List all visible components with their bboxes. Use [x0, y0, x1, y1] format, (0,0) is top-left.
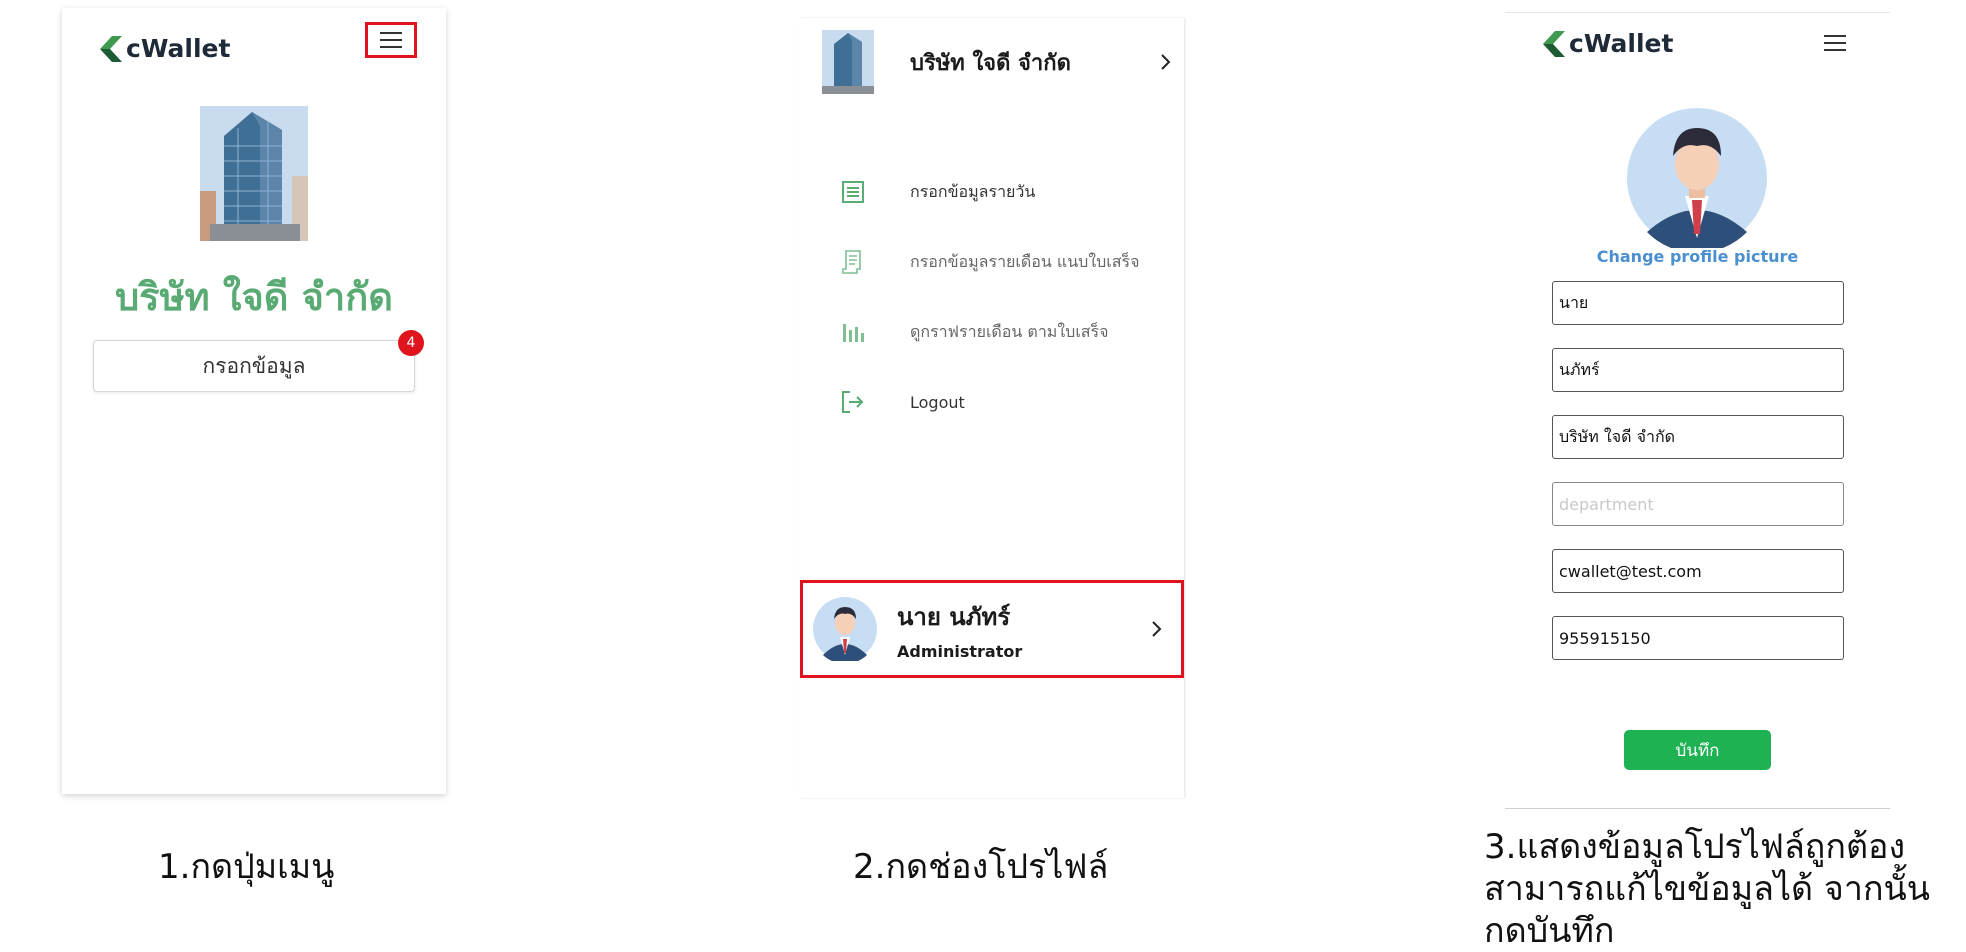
chevron-right-icon	[1152, 621, 1162, 637]
phone-field[interactable]	[1552, 616, 1844, 660]
menu-item-label: กรอกข้อมูลรายเดือน แนบใบเสร็จ	[910, 251, 1140, 271]
email-field[interactable]	[1552, 549, 1844, 593]
hamburger-icon	[380, 32, 402, 48]
title-field[interactable]	[1552, 281, 1844, 325]
caption-step-3: 3.แสดงข้อมูลโปรไฟล์ถูกต้อง สามารถแก้ไขข้…	[1484, 826, 1954, 952]
menu-item-monthly-receipt[interactable]: กรอกข้อมูลรายเดือน แนบใบเสร็จ	[840, 242, 1170, 282]
bar-chart-icon	[840, 319, 866, 345]
screen-profile-edit: cWallet Change profile picture บันทึก	[1505, 12, 1890, 809]
screen-home: cWallet บริษัท ใจดี จำกัด กรอกข้อมูล 4	[62, 8, 446, 794]
notification-badge: 4	[398, 330, 424, 356]
menu-item-label: Logout	[910, 392, 965, 412]
receipt-icon	[840, 249, 866, 275]
company-field[interactable]	[1552, 415, 1844, 459]
hamburger-menu-button[interactable]	[365, 22, 417, 58]
app-name: cWallet	[1569, 29, 1674, 58]
hamburger-icon	[1824, 35, 1846, 51]
fill-data-button[interactable]: กรอกข้อมูล	[93, 340, 415, 392]
caption-step-1: 1.กดปุ่มเมนู	[158, 847, 335, 887]
caption-step-3-line-1: 3.แสดงข้อมูลโปรไฟล์ถูกต้อง	[1484, 827, 1906, 867]
department-field[interactable]	[1552, 482, 1844, 526]
profile-name: นาย นภัทร์	[897, 603, 1011, 631]
menu-item-monthly-chart[interactable]: ดูกราฟรายเดือน ตามใบเสร็จ	[840, 312, 1170, 352]
app-logo: cWallet	[100, 34, 230, 63]
menu-item-daily-entry[interactable]: กรอกข้อมูลรายวัน	[840, 172, 1170, 212]
screen-side-menu: บริษัท ใจดี จำกัด กรอกข้อมูลรายวัน กรอกข…	[800, 18, 1184, 798]
cwallet-logo-icon	[100, 35, 122, 62]
caption-step-2: 2.กดช่องโปรไฟล์	[853, 847, 1109, 887]
company-header-link[interactable]: บริษัท ใจดี จำกัด	[822, 30, 1172, 94]
chevron-right-icon	[1161, 54, 1171, 70]
app-name: cWallet	[126, 34, 231, 63]
change-profile-picture-link[interactable]: Change profile picture	[1505, 247, 1890, 266]
app-logo: cWallet	[1543, 29, 1673, 58]
caption-step-3-line-2: สามารถแก้ไขข้อมูลได้ จากนั้น	[1484, 869, 1931, 909]
user-avatar	[813, 597, 877, 661]
logout-icon	[840, 389, 866, 415]
profile-card[interactable]: นาย นภัทร์ Administrator	[800, 580, 1184, 678]
menu-item-logout[interactable]: Logout	[840, 382, 1170, 422]
cwallet-logo-icon	[1543, 30, 1565, 57]
menu-item-label: ดูกราฟรายเดือน ตามใบเสร็จ	[910, 321, 1109, 341]
company-building-thumbnail	[822, 30, 874, 94]
save-button[interactable]: บันทึก	[1624, 730, 1771, 770]
company-building-image	[200, 106, 308, 241]
company-name-heading: บริษัท ใจดี จำกัด	[115, 275, 393, 319]
menu-item-label: กรอกข้อมูลรายวัน	[910, 181, 1036, 201]
profile-avatar[interactable]	[1627, 108, 1767, 248]
hamburger-menu-button[interactable]	[1809, 25, 1861, 61]
profile-role: Administrator	[897, 642, 1023, 661]
first-name-field[interactable]	[1552, 348, 1844, 392]
list-icon	[840, 179, 866, 205]
company-name: บริษัท ใจดี จำกัด	[910, 50, 1071, 76]
